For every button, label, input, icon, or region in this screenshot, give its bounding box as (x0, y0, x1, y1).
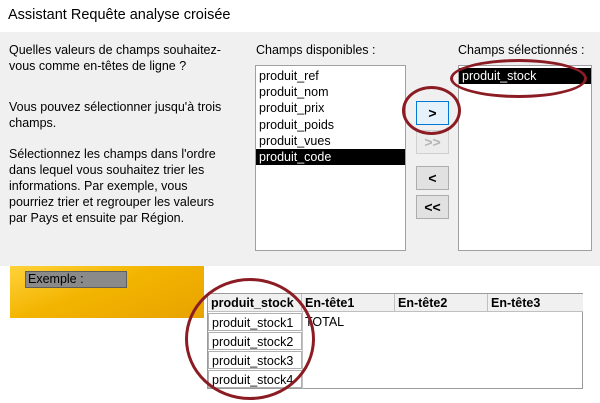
sample-header: En-tête2 (395, 294, 488, 312)
add-field-button[interactable]: > (416, 101, 449, 125)
list-item[interactable]: produit_vues (256, 133, 405, 149)
sample-total-cell: TOTAL (305, 315, 345, 329)
list-item[interactable]: produit_poids (256, 117, 405, 133)
add-all-fields-button[interactable]: >> (416, 130, 449, 154)
list-item[interactable]: produit_nom (256, 84, 405, 100)
sample-divider (302, 312, 303, 389)
instruction-question: Quelles valeurs de champs souhaitez-vous… (9, 43, 221, 73)
sample-grid: produit_stock En-tête1 En-tête2 En-tête3… (207, 293, 583, 389)
sample-header-row-field: produit_stock (208, 294, 302, 312)
instruction-order: Sélectionnez les champs dans l'ordre dan… (9, 147, 216, 225)
list-item[interactable]: produit_ref (256, 68, 405, 84)
sample-label: Exemple : (25, 271, 127, 288)
list-item-selected[interactable]: produit_stock (459, 68, 591, 85)
available-fields-list[interactable]: produit_ref produit_nom produit_prix pro… (255, 65, 406, 251)
sample-row-cell: produit_stock3 (208, 351, 302, 369)
available-fields-label: Champs disponibles : (256, 43, 376, 57)
sample-header: En-tête1 (302, 294, 395, 312)
sample-header: En-tête3 (488, 294, 583, 312)
remove-field-button[interactable]: < (416, 166, 449, 190)
selected-fields-label: Champs sélectionnés : (458, 43, 585, 57)
sample-row-cell: produit_stock2 (208, 332, 302, 350)
window-title: Assistant Requête analyse croisée (8, 7, 231, 23)
list-item-selected[interactable]: produit_code (256, 148, 405, 166)
remove-all-fields-button[interactable]: << (416, 195, 449, 219)
title-bar: Assistant Requête analyse croisée (0, 0, 600, 32)
sample-row-cell: produit_stock1 (208, 313, 302, 331)
list-item[interactable]: produit_prix (256, 100, 405, 116)
sample-row-cell: produit_stock4 (208, 370, 302, 388)
instruction-limit: Vous pouvez sélectionner jusqu'à trois c… (9, 100, 222, 130)
selected-fields-list[interactable]: produit_stock (458, 65, 592, 251)
